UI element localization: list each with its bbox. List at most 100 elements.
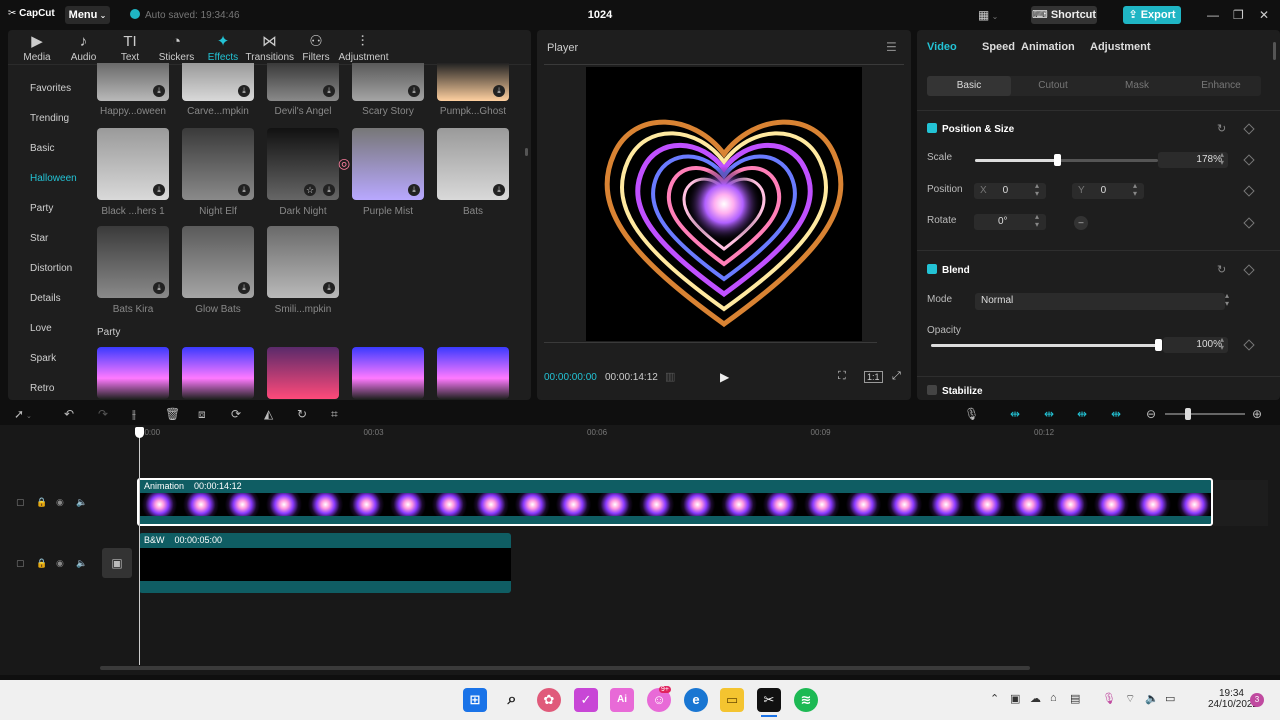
eye-icon[interactable]: ◉ xyxy=(56,497,64,508)
keyframe-icon[interactable] xyxy=(1243,123,1255,135)
zoom-slider[interactable] xyxy=(1165,413,1245,415)
clock[interactable]: 19:34 24/10/2022 xyxy=(1208,688,1258,710)
reset-icon[interactable]: ↻ xyxy=(1217,263,1226,276)
video-preview[interactable] xyxy=(586,67,862,341)
menu-button[interactable]: Menu ⌄ xyxy=(65,6,110,24)
undo-icon[interactable]: ↶ xyxy=(64,407,74,421)
track-cover-icon[interactable]: ▢ xyxy=(16,558,25,569)
effect-thumbnail[interactable]: ⤓ xyxy=(437,128,509,200)
category-distortion[interactable]: Distortion xyxy=(30,263,72,274)
tab-audio[interactable]: ♪ Audio xyxy=(60,32,108,63)
stepper-icon[interactable]: ▴ ▾ xyxy=(1035,182,1039,198)
illustrator-icon[interactable]: Ai xyxy=(610,688,634,712)
maximize-icon[interactable]: ❐ xyxy=(1233,8,1244,22)
download-icon[interactable]: ⤓ xyxy=(493,184,505,196)
chevron-up-icon[interactable]: ⌃ xyxy=(990,692,999,705)
effect-thumbnail[interactable]: ⤓ xyxy=(267,226,339,298)
category-halloween[interactable]: Halloween xyxy=(30,173,77,184)
export-button[interactable]: ⇪ Export xyxy=(1123,6,1181,24)
effect-thumbnail[interactable]: ⤓ xyxy=(97,63,169,101)
rotate-icon[interactable]: ↻ xyxy=(297,407,307,421)
redo-icon[interactable]: ↷ xyxy=(98,407,108,421)
tab-filters[interactable]: ⚇ Filters xyxy=(292,32,340,63)
position-size-header[interactable]: Position & Size xyxy=(927,123,1014,135)
zoom-out-icon[interactable]: ⊖ xyxy=(1146,407,1156,421)
tab-stickers[interactable]: ◔ Stickers xyxy=(153,32,201,63)
timeline-scrollbar[interactable] xyxy=(100,666,1030,670)
category-basic[interactable]: Basic xyxy=(30,143,54,154)
waveform-icon[interactable]: ▥ xyxy=(665,370,675,383)
download-icon[interactable]: ⤓ xyxy=(153,184,165,196)
volume-icon[interactable]: 🔈 xyxy=(1145,692,1159,705)
effect-thumbnail[interactable]: ⤓ xyxy=(182,226,254,298)
download-icon[interactable]: ⤓ xyxy=(238,184,250,196)
download-icon[interactable]: ⤓ xyxy=(493,85,505,97)
opacity-slider-thumb[interactable] xyxy=(1155,339,1162,351)
keyframe-icon[interactable] xyxy=(1243,185,1255,197)
notification-count[interactable]: 3 xyxy=(1250,693,1264,707)
delete-icon[interactable]: 🗑 xyxy=(165,407,180,421)
track-cover-icon[interactable]: ▢ xyxy=(16,497,25,508)
lock-icon[interactable]: 🔒 xyxy=(36,558,47,569)
download-icon[interactable]: ⤓ xyxy=(408,184,420,196)
stepper-icon[interactable]: ▴ ▾ xyxy=(1220,151,1224,167)
party-effect-thumbnail[interactable] xyxy=(352,347,424,399)
battery-icon[interactable]: ▭ xyxy=(1165,692,1175,705)
wifi-icon[interactable]: ⌔ xyxy=(1125,692,1135,706)
app-icon-1[interactable]: ✿ xyxy=(537,688,561,712)
tray-icon[interactable]: ▤ xyxy=(1070,692,1080,705)
blend-header[interactable]: Blend xyxy=(927,264,970,276)
party-effect-thumbnail[interactable] xyxy=(97,347,169,399)
reset-icon[interactable]: ↻ xyxy=(1217,122,1226,135)
effect-thumbnail[interactable]: ⤓ xyxy=(97,128,169,200)
preview-axis-icon[interactable]: ⇹ xyxy=(1077,407,1087,421)
category-party[interactable]: Party xyxy=(30,203,53,214)
bw-clip[interactable]: B&W 00:00:05:00 xyxy=(139,533,511,593)
magnet-icon[interactable]: ⇹ xyxy=(1010,407,1020,421)
aspect-ratio-button[interactable]: 1:1 xyxy=(864,371,883,383)
category-retro[interactable]: Retro xyxy=(30,383,54,394)
stepper-icon[interactable]: ▴ ▾ xyxy=(1220,336,1224,352)
scale-slider-thumb[interactable] xyxy=(1054,154,1062,166)
scale-slider[interactable] xyxy=(975,159,1158,162)
download-icon[interactable]: ⤓ xyxy=(323,282,335,294)
keyframe-icon[interactable] xyxy=(1243,339,1255,351)
download-icon[interactable]: ⤓ xyxy=(323,184,335,196)
tab-video[interactable]: Video xyxy=(927,41,957,53)
stabilize-header[interactable]: Stabilize xyxy=(927,385,983,397)
stepper-icon[interactable]: ▴ ▾ xyxy=(1035,213,1039,229)
effect-thumbnail[interactable]: ⤓ xyxy=(352,63,424,101)
download-icon[interactable]: ⤓ xyxy=(238,85,250,97)
category-star[interactable]: Star xyxy=(30,233,48,244)
download-icon[interactable]: ⤓ xyxy=(153,282,165,294)
category-spark[interactable]: Spark xyxy=(30,353,56,364)
spotify-icon[interactable]: ≋ xyxy=(794,688,818,712)
tab-text[interactable]: TI Text xyxy=(106,32,154,63)
opacity-input[interactable]: 100% xyxy=(1163,337,1228,353)
animation-clip[interactable]: Animation 00:00:14:12 xyxy=(137,478,1213,526)
audio-mute-icon[interactable]: 🔈 xyxy=(76,558,87,569)
effect-thumbnail[interactable]: ⤓ xyxy=(182,128,254,200)
tray-icon[interactable]: ▣ xyxy=(1010,692,1020,705)
app-icon-2[interactable]: ✓ xyxy=(574,688,598,712)
mirror-icon[interactable]: ◭ xyxy=(264,407,273,421)
tray-icon[interactable]: ⌂ xyxy=(1050,692,1057,704)
effect-thumbnail[interactable]: ⤓ xyxy=(437,63,509,101)
cloud-icon[interactable]: ☁ xyxy=(1030,692,1041,705)
rotate-dial-icon[interactable]: – xyxy=(1074,216,1088,230)
keyframe-icon[interactable] xyxy=(1243,217,1255,229)
capcut-taskbar-icon[interactable]: ✂ xyxy=(757,688,781,712)
mic-icon[interactable]: 🎙 xyxy=(1102,692,1116,705)
microphone-icon[interactable]: 🎙 xyxy=(964,407,979,421)
playhead-line[interactable] xyxy=(139,427,140,665)
shortcut-button[interactable]: ⌨ Shortcut xyxy=(1031,6,1097,24)
subtab-cutout[interactable]: Cutout xyxy=(1011,76,1095,96)
blend-mode-select[interactable]: Normal xyxy=(975,293,1225,310)
subtab-mask[interactable]: Mask xyxy=(1095,76,1179,96)
select-cursor-icon[interactable]: ➚ ⌄ xyxy=(14,407,32,421)
download-icon[interactable]: ⤓ xyxy=(408,85,420,97)
subtab-enhance[interactable]: Enhance xyxy=(1179,76,1263,96)
party-effect-thumbnail[interactable] xyxy=(182,347,254,399)
download-icon[interactable]: ⤓ xyxy=(323,85,335,97)
eye-icon[interactable]: ◉ xyxy=(56,558,64,569)
